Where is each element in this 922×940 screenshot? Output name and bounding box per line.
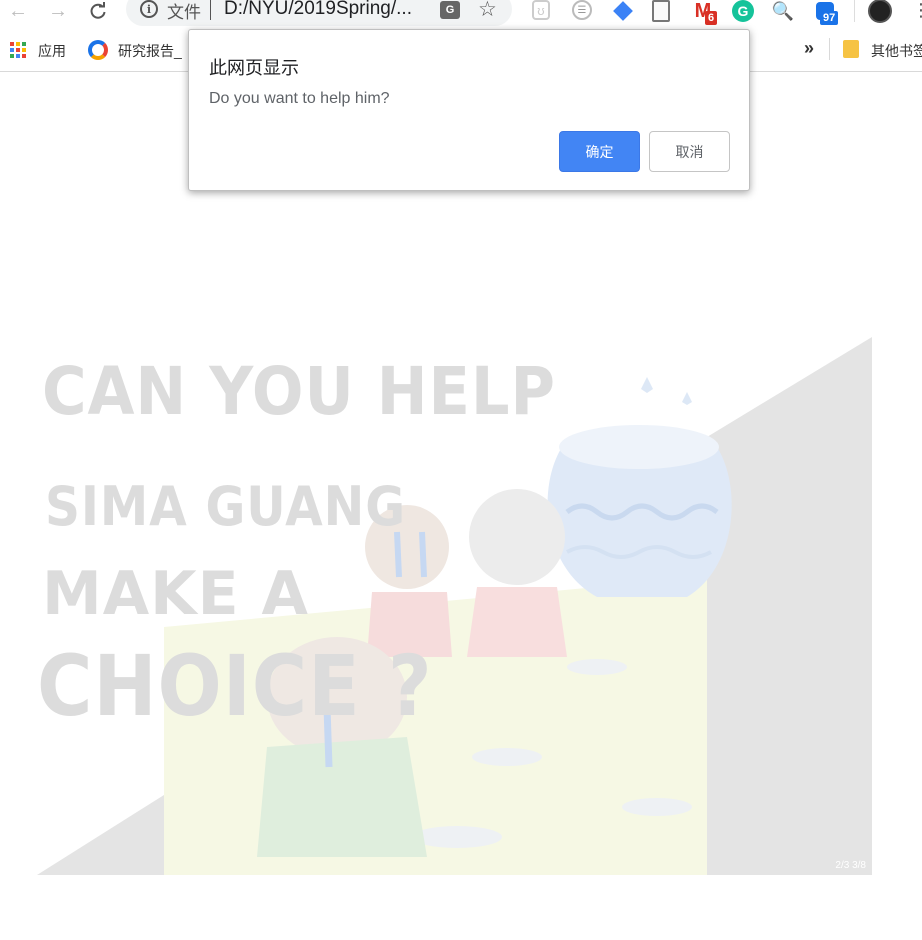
dialog-message: Do you want to help him? <box>209 90 390 107</box>
slide-counter: 2/3 3/8 <box>835 860 866 871</box>
bookmark-star-icon[interactable]: ☆ <box>478 0 497 22</box>
page-content: CAN YOU HELP SIMA GUANG MAKE A CHOICE ? … <box>0 73 922 940</box>
menu-kebab-icon[interactable]: ⋮ <box>912 0 922 21</box>
alert-dialog: 此网页显示 Do you want to help him? 确定 取消 <box>188 29 750 191</box>
extension-diamond-icon[interactable] <box>612 0 634 22</box>
dialog-title: 此网页显示 <box>209 58 299 78</box>
slide-title-line-4: CHOICE ? <box>37 637 433 735</box>
back-button[interactable]: ← <box>4 0 32 22</box>
slide-title-line-1: CAN YOU HELP <box>42 353 556 430</box>
slide-title-line-3: MAKE A <box>42 559 309 629</box>
bookmarks-overflow-icon[interactable]: » <box>804 38 814 59</box>
omnibox-divider <box>210 0 211 20</box>
folder-icon <box>843 40 859 58</box>
profile-avatar[interactable] <box>868 0 892 23</box>
url-text[interactable]: D:/NYU/2019Spring/... <box>224 0 412 20</box>
gmail-unread-badge: 6 <box>705 11 718 25</box>
extension-count-badge: 97 <box>820 11 839 25</box>
extension-document-icon[interactable] <box>652 0 670 22</box>
apps-grid-icon[interactable] <box>10 42 26 58</box>
bookmark-other[interactable]: 其他书签 <box>871 41 922 61</box>
extension-magnifier-icon[interactable]: 🔍 <box>772 0 794 22</box>
file-scheme-label: 文件 <box>167 3 201 22</box>
story-slide[interactable]: CAN YOU HELP SIMA GUANG MAKE A CHOICE ? … <box>37 337 872 875</box>
site-info-icon[interactable]: i <box>140 0 158 18</box>
cancel-button[interactable]: 取消 <box>649 131 730 172</box>
extension-cat-icon[interactable]: ʊ <box>532 0 550 20</box>
forward-button[interactable]: → <box>44 0 72 22</box>
bookmark-research-icon <box>88 40 108 60</box>
slide-title-line-2: SIMA GUANG <box>45 475 407 538</box>
reload-icon <box>90 2 106 19</box>
bookmark-apps[interactable]: 应用 <box>38 41 66 61</box>
reload-button[interactable] <box>84 0 112 22</box>
bookmarks-divider <box>829 38 830 60</box>
bookmark-research-report[interactable]: 研究报告_ <box>118 41 182 61</box>
grammarly-icon[interactable]: G <box>732 0 754 22</box>
extension-circle-icon[interactable]: ☰ <box>572 0 592 20</box>
toolbar-divider <box>854 0 855 22</box>
confirm-button[interactable]: 确定 <box>559 131 640 172</box>
translate-icon[interactable]: G <box>440 1 460 19</box>
back-arrow-icon: ← <box>8 0 28 22</box>
forward-arrow-icon: → <box>48 0 68 22</box>
